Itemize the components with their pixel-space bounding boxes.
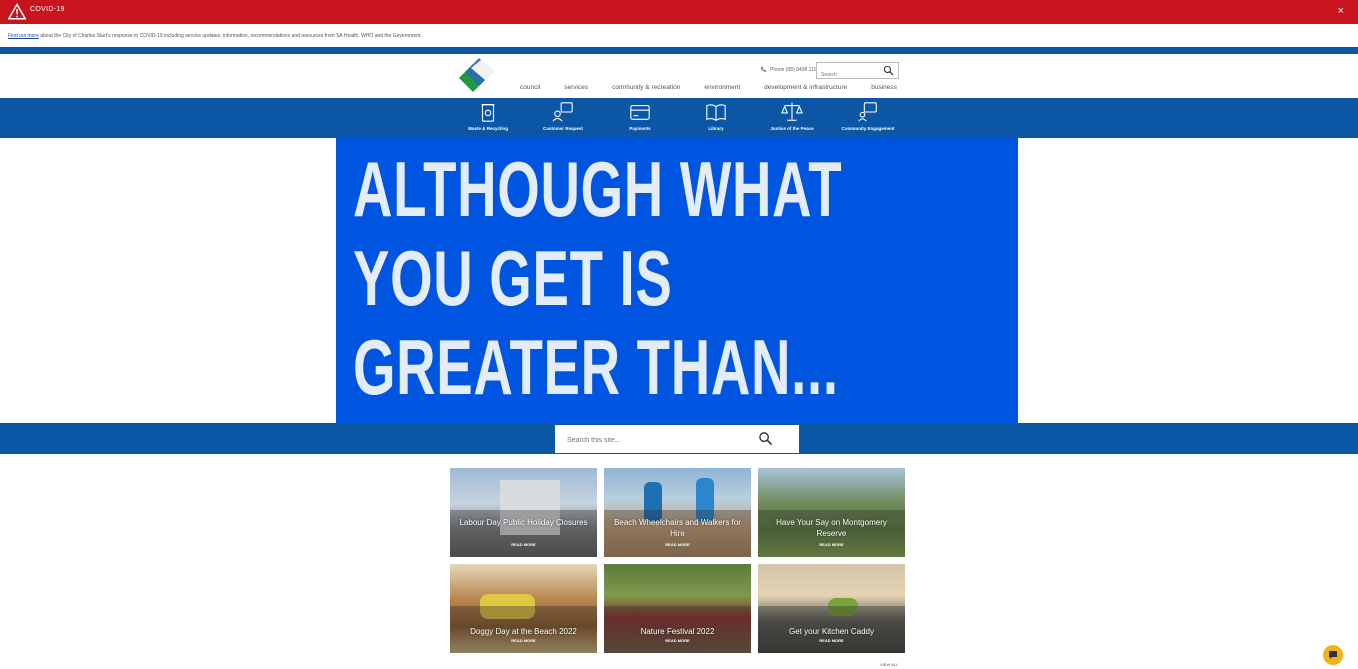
site-header: Phone (08) 8408 1111 council services co… [0, 54, 1358, 98]
news-card-kitchen-caddy[interactable]: Get your Kitchen Caddy READ MORE [758, 564, 905, 653]
quick-link-community-engagement[interactable]: Community Engagement [828, 101, 908, 131]
news-card-doggy-day[interactable]: Doggy Day at the Beach 2022 READ MORE [450, 564, 597, 653]
quick-link-payments[interactable]: Payments [600, 101, 680, 131]
phone-number: Phone (08) 8408 1111 [770, 66, 819, 73]
search-icon[interactable] [883, 65, 894, 76]
header-search-input[interactable] [817, 68, 885, 82]
card-read-more[interactable]: READ MORE [450, 638, 597, 643]
nav-development-infrastructure[interactable]: development & infrastructure [764, 84, 847, 91]
header-search [816, 62, 899, 82]
card-read-more[interactable]: READ MORE [604, 638, 751, 643]
card-read-more[interactable]: READ MORE [758, 638, 905, 643]
card-title: Nature Festival 2022 [640, 627, 715, 636]
site-search-input[interactable] [565, 432, 749, 448]
nav-environment[interactable]: environment [704, 84, 740, 91]
warning-icon [8, 3, 26, 20]
card-title: Doggy Day at the Beach 2022 [470, 627, 577, 636]
waste-bin-icon [481, 104, 495, 122]
quick-link-library[interactable]: Library [676, 101, 756, 131]
book-icon [706, 104, 726, 121]
alert-title: COVID-19 [30, 6, 65, 13]
phone-icon [760, 66, 767, 72]
card-title: Have Your Say on Montgomery Reserve [776, 518, 887, 538]
card-title: Labour Day Public Holiday Closures [459, 518, 588, 527]
news-card-nature-festival[interactable]: Nature Festival 2022 READ MORE [604, 564, 751, 653]
card-title: Beach Wheelchairs and Walkers for Hire [614, 518, 741, 538]
site-search-box [555, 425, 799, 453]
nav-council[interactable]: council [520, 84, 540, 91]
payment-card-icon [630, 105, 650, 120]
find-out-more-link[interactable]: Find out more [8, 33, 39, 39]
scales-icon [781, 102, 803, 121]
quick-link-customer-request[interactable]: Customer Request [523, 101, 603, 131]
covid-alert-bar: COVID-19 × [0, 0, 1358, 24]
news-card-beach-wheelchairs[interactable]: Beach Wheelchairs and Walkers for Hire R… [604, 468, 751, 557]
quick-link-label: Justice of the Peace [770, 126, 814, 131]
hero-line-2: YOU GET IS [353, 234, 673, 322]
news-card-labour-day[interactable]: Labour Day Public Holiday Closures READ … [450, 468, 597, 557]
card-read-more[interactable]: READ MORE [758, 542, 905, 547]
quick-link-label: Library [708, 126, 724, 131]
nav-business[interactable]: business [871, 84, 897, 91]
quick-link-label: Waste & Recycling [467, 126, 509, 131]
quick-link-label: Payments [629, 126, 651, 131]
close-alert-button[interactable]: × [1338, 5, 1344, 17]
header-stripe [0, 47, 1358, 54]
news-card-montgomery-reserve[interactable]: Have Your Say on Montgomery Reserve READ… [758, 468, 905, 557]
main-navigation: council services community & recreation … [520, 84, 921, 91]
notice-text: about the City of Charles Sturt's respon… [40, 33, 422, 39]
covid-notice: Find out more about the City of Charles … [8, 33, 422, 39]
community-engagement-icon [858, 102, 877, 122]
hero-line-3: GREATER THAN... [353, 323, 839, 411]
card-read-more[interactable]: READ MORE [604, 542, 751, 547]
quick-link-waste[interactable]: Waste & Recycling [448, 101, 528, 131]
chat-button[interactable] [1323, 645, 1343, 665]
customer-request-icon [552, 102, 573, 122]
nav-community-recreation[interactable]: community & recreation [612, 84, 680, 91]
card-title: Get your Kitchen Caddy [789, 627, 874, 636]
quick-link-label: Community Engagement [841, 126, 895, 131]
chat-icon [1329, 651, 1337, 659]
card-read-more[interactable]: READ MORE [450, 542, 597, 547]
hero-banner[interactable]: ALTHOUGH WHAT YOU GET IS GREATER THAN... [336, 138, 1018, 423]
nav-services[interactable]: services [564, 84, 588, 91]
city-logo[interactable] [455, 58, 497, 94]
phone-contact[interactable]: Phone (08) 8408 1111 [760, 66, 819, 73]
hero-line-1: ALTHOUGH WHAT [353, 145, 843, 233]
quick-link-label: Customer Request [542, 126, 583, 131]
quick-link-justice-peace[interactable]: Justice of the Peace [752, 101, 832, 131]
search-icon[interactable] [758, 431, 773, 446]
quick-links-bar: Waste & Recycling Customer Request Payme… [0, 98, 1358, 138]
view-all-link[interactable]: VIEW ALL [880, 662, 898, 667]
